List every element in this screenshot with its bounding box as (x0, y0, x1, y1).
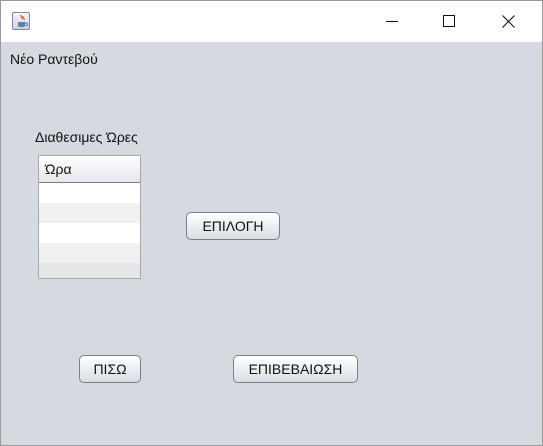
back-button[interactable]: ΠΙΣΩ (79, 355, 141, 383)
close-button[interactable] (479, 1, 537, 42)
java-cup-icon[interactable] (12, 12, 30, 30)
available-hours-table[interactable]: Ώρα (38, 155, 141, 279)
app-window: Νέο Ραντεβού Διαθεσιμες Ώρες Ώρα ΕΠΙΛΟΓΗ… (0, 0, 543, 446)
minimize-icon (386, 21, 398, 22)
table-row[interactable] (39, 243, 140, 263)
maximize-icon (443, 15, 455, 27)
close-icon (502, 15, 515, 28)
select-button[interactable]: ΕΠΙΛΟΓΗ (186, 212, 280, 240)
table-row[interactable] (39, 223, 140, 243)
confirm-button[interactable]: ΕΠΙΒΕΒΑΙΩΣΗ (233, 355, 358, 383)
available-hours-label: Διαθεσιμες Ώρες (35, 129, 138, 145)
page-title: Νέο Ραντεβού (10, 51, 98, 67)
table-row[interactable] (39, 203, 140, 223)
table-row[interactable] (39, 183, 140, 203)
title-bar[interactable] (1, 1, 542, 42)
column-header-hour[interactable]: Ώρα (39, 156, 140, 183)
minimize-button[interactable] (363, 1, 421, 42)
maximize-button[interactable] (420, 1, 478, 42)
